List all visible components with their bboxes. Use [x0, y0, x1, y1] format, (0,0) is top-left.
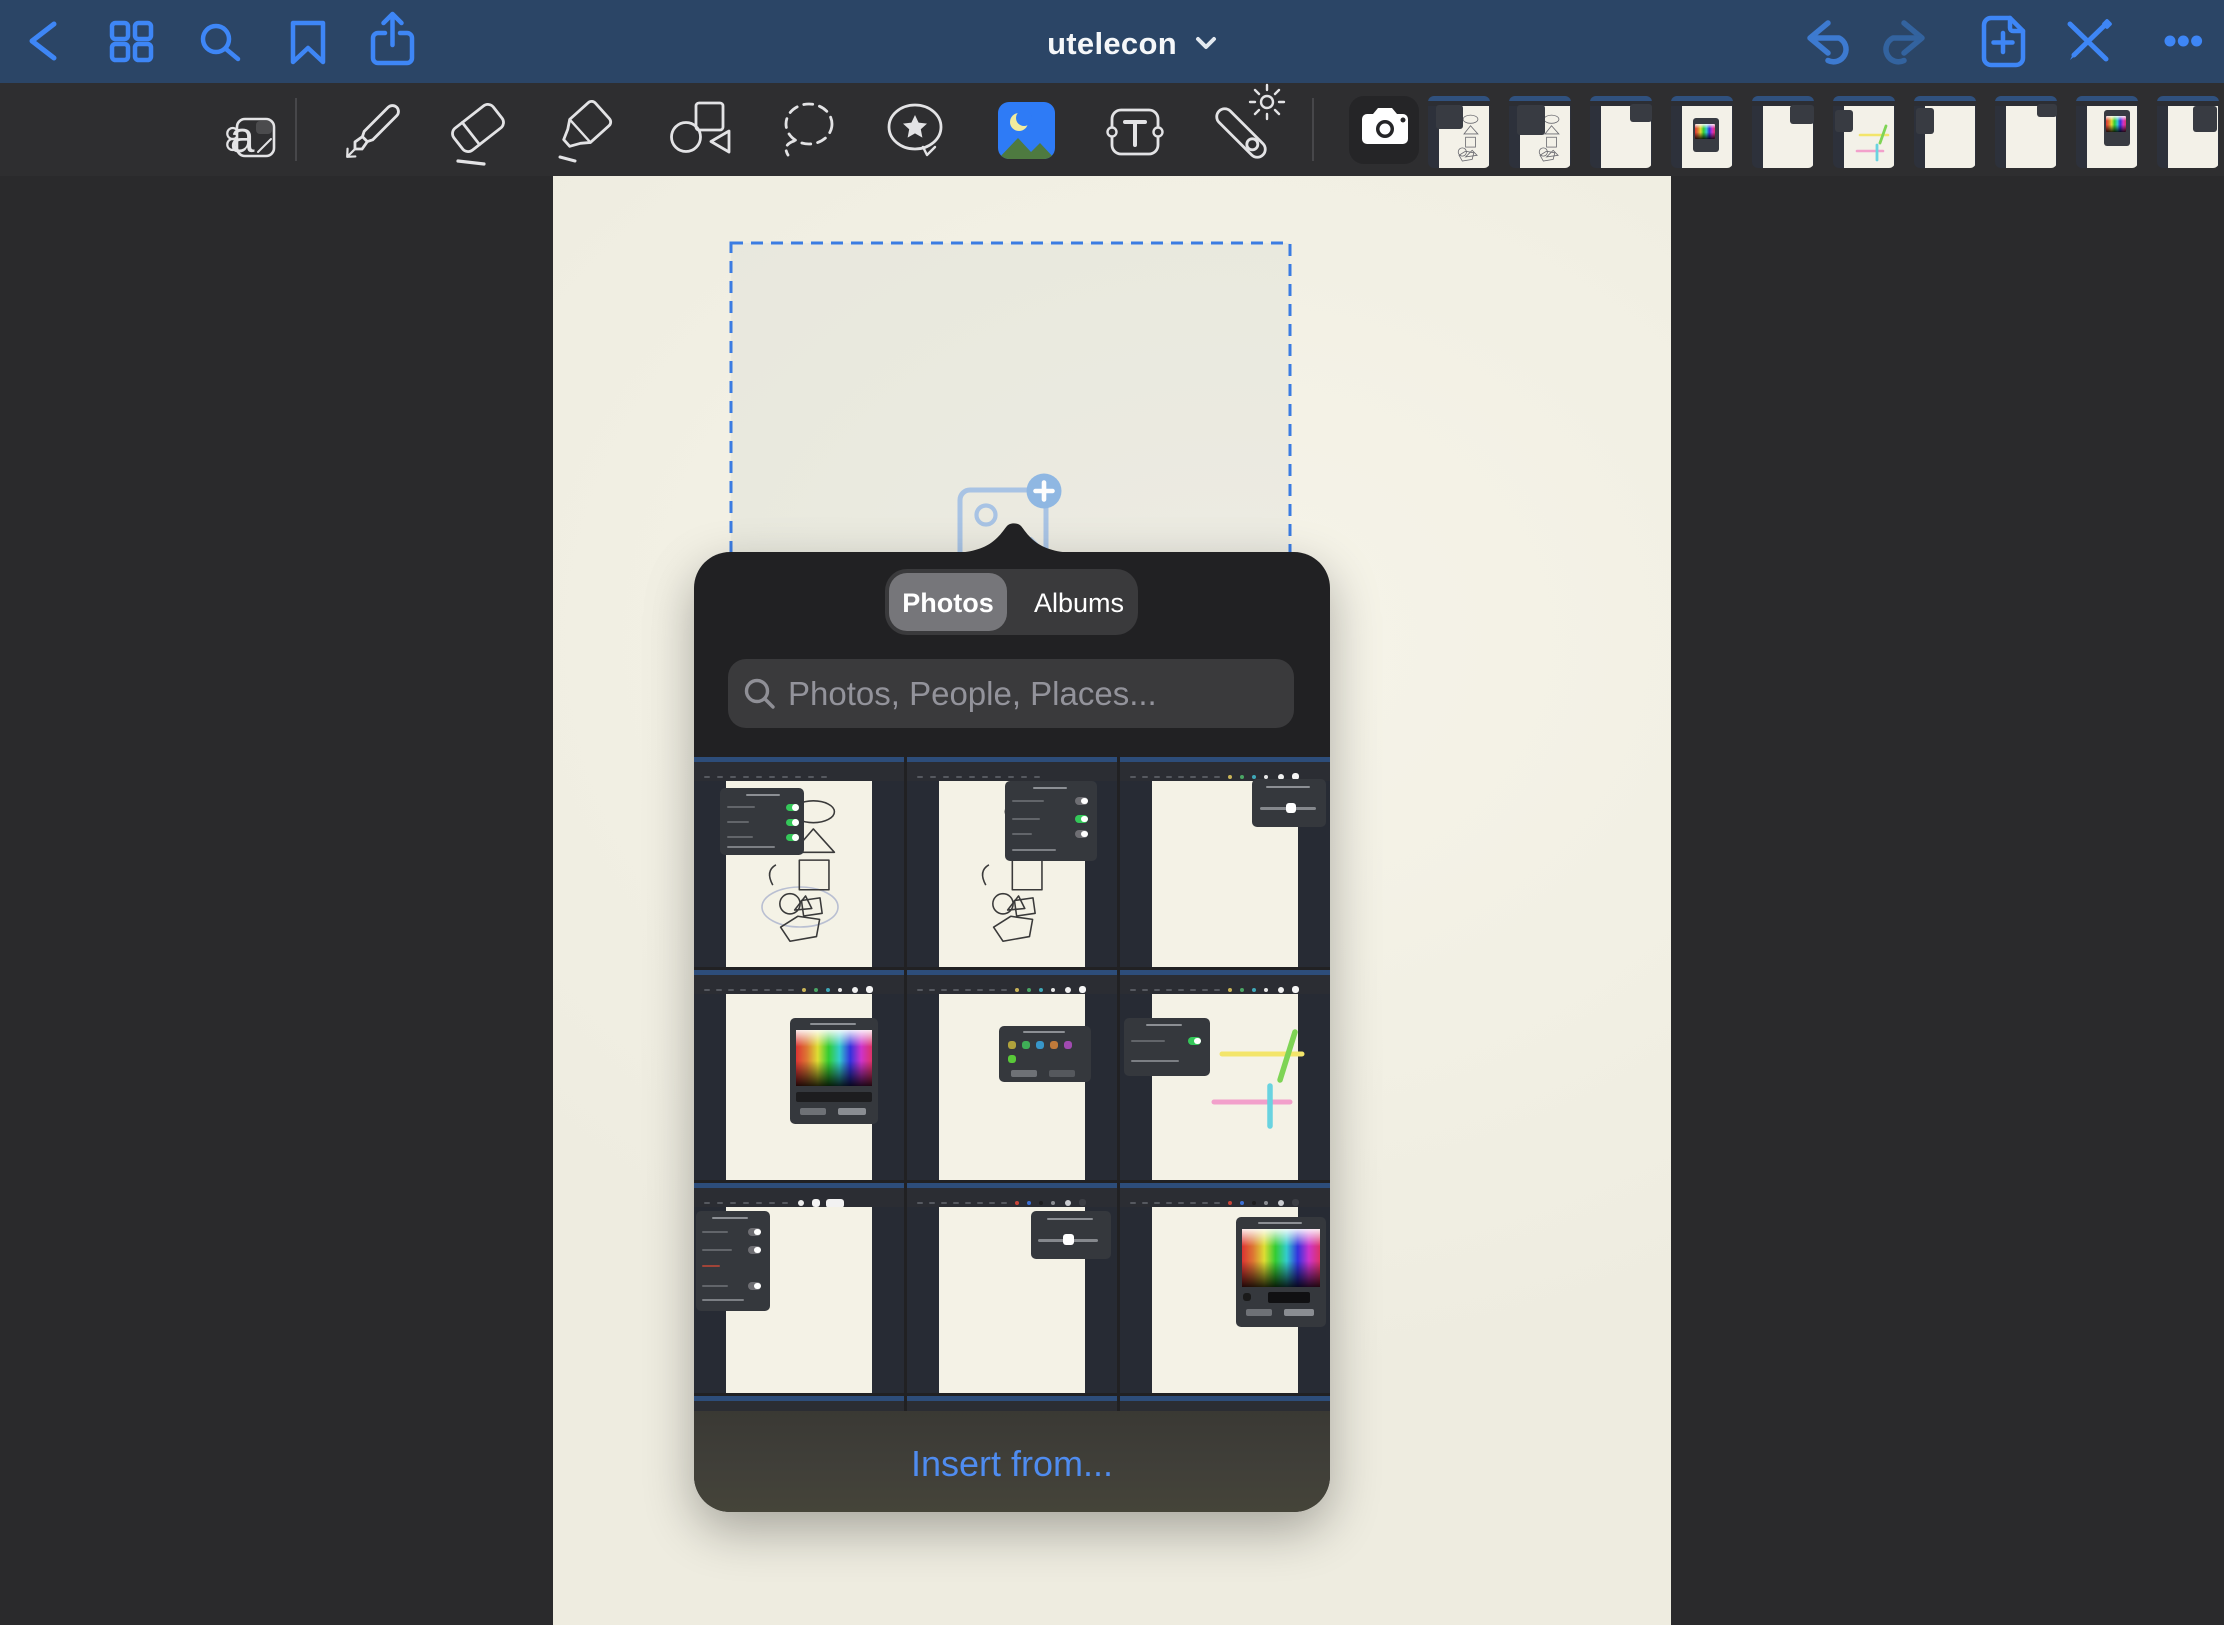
- svg-text:a: a: [230, 113, 255, 162]
